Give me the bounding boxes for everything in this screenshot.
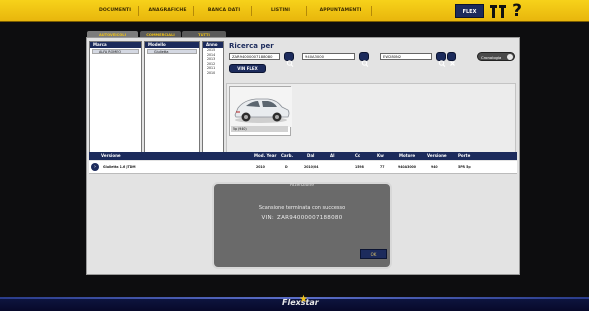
cell-carb: D [285,165,288,169]
col-porte: Porte [458,153,471,158]
cell-cc: 1598 [355,165,364,169]
col-kw: Kw [377,153,384,158]
anno-item[interactable]: 2010 [203,71,223,76]
menu-banca-dati[interactable]: BANCA DATI [197,6,252,16]
vin-search-button[interactable] [284,52,294,67]
table-row[interactable] [89,161,517,174]
anno-list[interactable]: Anno 2015 2014 2013 2012 2011 2010 [202,41,224,159]
version-code-input[interactable]: EW280N2 [380,53,432,60]
modello-list[interactable]: Modello Giulietta [144,41,200,159]
col-motore: Motore [399,153,416,158]
marca-selected-item[interactable]: ALFA ROMEO [92,49,139,54]
cell-versione2: 940 [431,165,438,169]
dialog-title: Attenzione [289,183,315,188]
cell-mod-year: 2010 [256,165,265,169]
marca-header: Marca [90,42,141,48]
cell-versione: Giulietta 1.6 JTDM [103,165,136,169]
cell-motore: 940A3000 [398,165,416,169]
menu-documenti[interactable]: DOCUMENTI [92,6,139,16]
engine-code-input[interactable]: 940A3000 [302,53,355,60]
search-icon [438,60,446,67]
flex-button[interactable]: FLEX [455,4,484,18]
menu-anagrafiche[interactable]: ANAGRAFICHE [142,6,194,16]
close-icon [450,61,455,66]
cronologia-label: Cronologia [481,55,502,60]
marca-list[interactable]: Marca ALFA ROMEO [89,41,142,159]
col-dal: Dal [307,153,315,158]
car-image [230,87,292,127]
results-header [89,152,517,160]
vehicle-card-label: 5p (940) [231,126,288,132]
cell-porte: 5PR 5p [458,165,471,169]
star-icon: ★ [299,294,308,305]
menu-appuntamenti[interactable]: APPUNTAMENTI [310,6,372,16]
chevron-right-icon[interactable]: › [91,163,99,171]
col-mod-year: Mod. Year [254,153,277,158]
search-title: Ricerca per [229,42,274,50]
col-carb: Carb. [281,153,293,158]
vin-search-input[interactable]: ZAR94000007188080 [229,53,280,60]
engine-code-search-button[interactable] [359,52,369,67]
dialog-vin: VIN: ZAR94000007188080 [212,215,392,221]
col-cc: Cc [355,153,361,158]
search-icon [361,60,369,67]
cell-kw: 77 [380,165,385,169]
tools-icon[interactable] [489,3,507,19]
clock-icon [507,54,513,60]
cronologia-button[interactable]: Cronologia [477,52,515,61]
ok-button[interactable]: OK [360,249,387,259]
col-versione2: Versione [427,153,447,158]
search-icon [286,60,294,67]
version-code-search-button[interactable] [436,52,446,67]
col-al: Al [330,153,335,158]
clear-search-button[interactable] [447,52,456,66]
dialog-vin-value: ZAR94000007188080 [277,215,343,221]
vin-flex-button[interactable]: VIN FLEX [229,64,266,73]
col-versione: Versione [101,153,121,158]
help-icon[interactable]: ? [510,1,524,21]
cell-dal: 2010/04 [304,165,319,169]
modello-header: Modello [145,42,199,48]
dialog-vin-label: VIN: [261,215,275,221]
dialog-message: Scansione terminata con successo [258,205,346,211]
modello-selected-item[interactable]: Giulietta [147,49,197,54]
menu-listini[interactable]: LISTINI [255,6,307,16]
